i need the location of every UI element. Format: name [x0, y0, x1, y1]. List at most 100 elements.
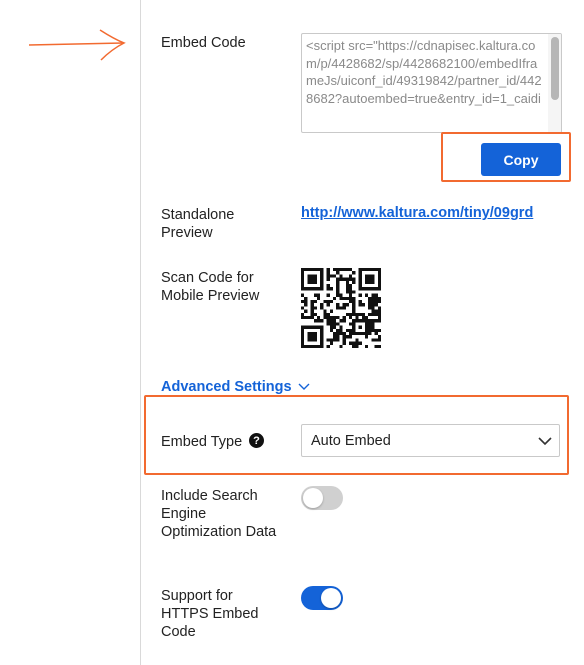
qr-module: [365, 268, 369, 272]
qr-module: [336, 277, 340, 281]
qr-module: [374, 309, 378, 313]
advanced-settings-toggle[interactable]: Advanced Settings: [161, 379, 310, 395]
qr-module: [371, 306, 375, 310]
qr-module: [377, 268, 381, 272]
qr-module: [352, 303, 356, 307]
qr-module: [358, 271, 362, 275]
qr-module: [320, 271, 324, 275]
qr-module: [304, 316, 308, 320]
qr-module: [374, 300, 378, 304]
embed-code-text: <script src="https://cdnapisec.kaltura.c…: [306, 38, 542, 106]
qr-module: [310, 316, 314, 320]
qr-module: [355, 312, 359, 316]
qr-module: [307, 335, 311, 339]
scan-code-label: Scan Code for Mobile Preview: [161, 270, 260, 304]
qr-module: [320, 274, 324, 278]
qr-module: [345, 287, 349, 291]
qr-module: [355, 338, 359, 342]
qr-module: [355, 341, 359, 345]
qr-module: [313, 287, 317, 291]
qr-module: [301, 268, 305, 272]
qr-module: [307, 316, 311, 320]
qr-module: [301, 287, 305, 291]
qr-module: [342, 268, 346, 272]
qr-module: [310, 303, 314, 307]
qr-module: [326, 300, 330, 304]
qr-module: [326, 274, 330, 278]
qr-module: [377, 319, 381, 323]
qr-module: [326, 303, 330, 307]
qr-module: [377, 274, 381, 278]
qr-module: [326, 268, 330, 272]
qr-module: [313, 293, 317, 297]
qr-module: [310, 335, 314, 339]
qr-module: [349, 268, 353, 272]
embed-code-scroll-thumb[interactable]: [551, 37, 559, 100]
qr-module: [313, 319, 317, 323]
qr-module: [310, 306, 314, 310]
qr-module: [377, 271, 381, 275]
qr-module: [329, 338, 333, 342]
qr-module: [358, 312, 362, 316]
help-icon[interactable]: ?: [249, 433, 264, 448]
qr-module: [329, 328, 333, 332]
qr-module: [336, 280, 340, 284]
standalone-preview-link[interactable]: http://www.kaltura.com/tiny/09grd: [301, 205, 533, 221]
qr-module: [301, 338, 305, 342]
qr-module: [317, 344, 321, 348]
qr-module: [371, 312, 375, 316]
qr-module: [371, 300, 375, 304]
https-toggle[interactable]: [301, 586, 343, 610]
qr-module: [307, 287, 311, 291]
qr-module: [368, 277, 372, 281]
qr-module: [329, 341, 333, 345]
qr-module: [371, 325, 375, 329]
qr-module: [304, 325, 308, 329]
qr-module: [374, 328, 378, 332]
qr-module: [326, 271, 330, 275]
qr-module: [320, 268, 324, 272]
qr-module: [377, 335, 381, 339]
embed-type-select[interactable]: Auto Embed: [301, 424, 560, 457]
qr-module: [374, 293, 378, 297]
seo-toggle[interactable]: [301, 486, 343, 510]
qr-module: [310, 325, 314, 329]
qr-module: [317, 296, 321, 300]
qr-code-icon: [301, 268, 381, 348]
qr-module: [349, 293, 353, 297]
qr-module: [365, 274, 369, 278]
qr-module: [342, 316, 346, 320]
qr-module: [301, 341, 305, 345]
qr-module: [377, 284, 381, 288]
qr-module: [371, 319, 375, 323]
qr-module: [336, 332, 340, 336]
qr-module: [352, 300, 356, 304]
qr-module: [352, 344, 356, 348]
qr-module: [361, 268, 365, 272]
qr-module: [361, 316, 365, 320]
qr-module: [301, 277, 305, 281]
embed-code-scrollbar[interactable]: [548, 34, 561, 132]
qr-module: [320, 277, 324, 281]
qr-module: [329, 322, 333, 326]
embed-code-textarea[interactable]: <script src="https://cdnapisec.kaltura.c…: [301, 33, 562, 133]
qr-module: [310, 309, 314, 313]
qr-module: [333, 322, 337, 326]
qr-module: [371, 287, 375, 291]
qr-module: [317, 316, 321, 320]
qr-module: [304, 268, 308, 272]
qr-module: [301, 293, 305, 297]
qr-module: [345, 335, 349, 339]
qr-module: [358, 341, 362, 345]
qr-module: [342, 341, 346, 345]
qr-module: [371, 322, 375, 326]
qr-module: [317, 287, 321, 291]
qr-module: [336, 338, 340, 342]
qr-module: [365, 332, 369, 336]
qr-module: [368, 303, 372, 307]
qr-module: [323, 316, 327, 320]
qr-module: [358, 280, 362, 284]
copy-button[interactable]: Copy: [481, 143, 561, 176]
qr-module: [349, 300, 353, 304]
qr-module: [313, 300, 317, 304]
